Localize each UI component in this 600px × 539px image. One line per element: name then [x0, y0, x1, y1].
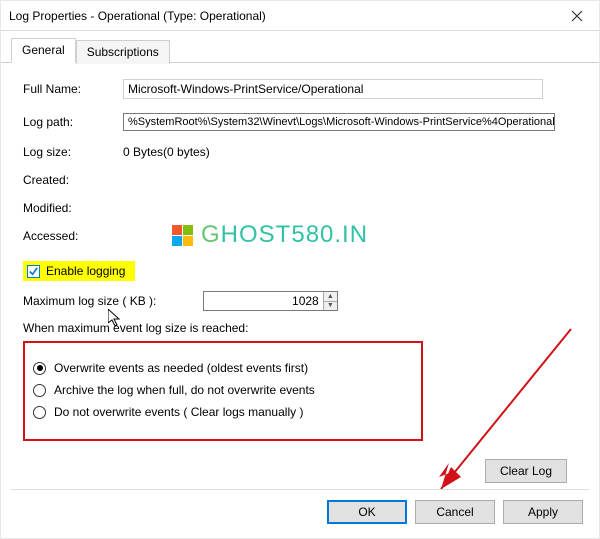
radio-no-overwrite[interactable]: Do not overwrite events ( Clear logs man… [33, 405, 413, 419]
footer-separator [11, 489, 589, 490]
enable-logging-checkbox[interactable]: Enable logging [23, 261, 135, 281]
radio-archive-label: Archive the log when full, do not overwr… [54, 383, 315, 397]
radio-icon [33, 362, 46, 375]
max-log-size-input[interactable]: ▲ ▼ [203, 291, 338, 311]
log-size-label: Log size: [23, 145, 123, 159]
ok-button[interactable]: OK [327, 500, 407, 524]
radio-overwrite[interactable]: Overwrite events as needed (oldest event… [33, 361, 413, 375]
clear-log-button[interactable]: Clear Log [485, 459, 567, 483]
log-path-input[interactable]: %SystemRoot%\System32\Winevt\Logs\Micros… [123, 113, 555, 131]
created-label: Created: [23, 173, 123, 187]
checkbox-icon [27, 265, 40, 278]
modified-label: Modified: [23, 201, 123, 215]
log-path-label: Log path: [23, 115, 123, 129]
full-name-value[interactable]: Microsoft-Windows-PrintService/Operation… [123, 79, 543, 99]
max-log-size-field[interactable] [204, 292, 323, 310]
spinner[interactable]: ▲ ▼ [323, 292, 337, 310]
max-log-size-label: Maximum log size ( KB ): [23, 294, 183, 308]
when-max-reached-label: When maximum event log size is reached: [23, 321, 583, 335]
max-log-size-row: Maximum log size ( KB ): ▲ ▼ [23, 291, 583, 311]
accessed-label: Accessed: [23, 229, 123, 243]
apply-button[interactable]: Apply [503, 500, 583, 524]
radio-icon [33, 406, 46, 419]
radio-overwrite-label: Overwrite events as needed (oldest event… [54, 361, 308, 375]
cancel-button[interactable]: Cancel [415, 500, 495, 524]
tab-general[interactable]: General [11, 38, 76, 63]
log-size-value: 0 Bytes(0 bytes) [123, 145, 583, 159]
close-icon [571, 10, 583, 22]
overflow-policy-group: Overwrite events as needed (oldest event… [23, 341, 423, 441]
radio-archive[interactable]: Archive the log when full, do not overwr… [33, 383, 413, 397]
radio-icon [33, 384, 46, 397]
content-area: Full Name: Microsoft-Windows-PrintServic… [1, 63, 599, 493]
radio-no-overwrite-label: Do not overwrite events ( Clear logs man… [54, 405, 303, 419]
title-bar: Log Properties - Operational (Type: Oper… [1, 1, 599, 31]
enable-logging-label: Enable logging [46, 264, 125, 278]
close-button[interactable] [554, 1, 599, 31]
full-name-label: Full Name: [23, 82, 123, 96]
dialog-title: Log Properties - Operational (Type: Oper… [9, 9, 554, 23]
tab-subscriptions[interactable]: Subscriptions [76, 40, 170, 64]
tab-strip: General Subscriptions [1, 31, 599, 63]
spinner-down-icon[interactable]: ▼ [324, 302, 337, 311]
dialog-footer: OK Cancel Apply [327, 500, 583, 524]
spinner-up-icon[interactable]: ▲ [324, 292, 337, 302]
